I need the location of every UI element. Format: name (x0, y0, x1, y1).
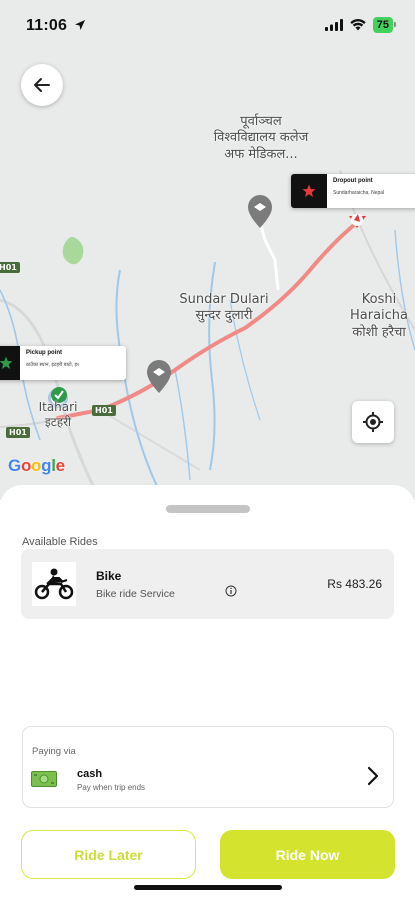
payment-label: Paying via (32, 746, 76, 757)
payment-method: cash (77, 768, 103, 780)
ride-now-button[interactable]: Ride Now (220, 830, 395, 879)
payment-note: Pay when trip ends (77, 783, 146, 792)
payment-method-selector[interactable]: Paying via cash Pay when trip ends (22, 726, 394, 808)
battery-indicator: 75 (372, 17, 397, 33)
park-area (62, 236, 84, 265)
road-tag: H01 (92, 405, 116, 416)
cash-icon (31, 771, 57, 787)
pickup-address: ठाउँका स्थान, इटहरी बाटो, इ० (26, 362, 80, 368)
star-icon (302, 184, 316, 197)
ride-price: Rs 483.26 (327, 577, 382, 591)
arrow-left-icon (34, 78, 50, 92)
bike-thumbnail (32, 562, 76, 606)
pickup-title: Pickup point (26, 350, 62, 356)
wifi-icon (350, 19, 366, 31)
status-bar: 11:06 75 (0, 0, 415, 52)
ride-option-bike[interactable]: Bike Bike ride Service Rs 483.26 (21, 549, 394, 619)
ride-name: Bike (96, 568, 122, 583)
dropoff-marker-card[interactable]: Dropout point Sundarharaicha, Nepal (291, 174, 415, 208)
map-label-koshi-haraicha: Koshi Haraicha कोशी हरैचा (349, 292, 409, 340)
info-icon[interactable] (225, 585, 237, 597)
map-label-sundar-dulari: Sundar Dulari सुन्दर दुलारी (179, 292, 269, 324)
road-tag: H01 (6, 427, 30, 438)
section-title: Available Rides (22, 536, 98, 548)
location-arrow-icon (74, 20, 85, 30)
ride-later-button[interactable]: Ride Later (21, 830, 196, 879)
motorbike-icon (34, 568, 74, 600)
map-label-college: पूर्वाञ्चल विश्वविद्यालय कलेज अफ मेडिकल.… (213, 114, 309, 162)
home-indicator (134, 885, 282, 890)
back-button[interactable] (21, 64, 63, 106)
status-time: 11:06 (26, 17, 68, 34)
road-tag: H01 (0, 262, 20, 273)
pickup-marker-card[interactable]: Pickup point ठाउँका स्थान, इटहरी बाटो, इ… (0, 346, 126, 380)
chevron-right-icon (367, 766, 379, 786)
school-pin-icon (248, 195, 272, 228)
ride-description: Bike ride Service (96, 587, 175, 600)
crosshair-icon (363, 412, 383, 432)
sheet-drag-handle[interactable] (166, 505, 250, 513)
cellular-signal-icon (324, 19, 343, 31)
ride-bottom-sheet: Available Rides Bike Bike ride Service R… (0, 485, 415, 900)
google-logo: Google (8, 456, 65, 475)
map-view[interactable]: पूर्वाञ्चल विश्वविद्यालय कलेज अफ मेडिकल.… (0, 0, 415, 500)
my-location-button[interactable] (352, 401, 394, 443)
star-icon (0, 356, 13, 369)
dropoff-address: Sundarharaicha, Nepal (333, 190, 385, 196)
map-label-itahari: Itahari इटहरी (38, 400, 78, 429)
dropoff-title: Dropout point (333, 178, 373, 184)
